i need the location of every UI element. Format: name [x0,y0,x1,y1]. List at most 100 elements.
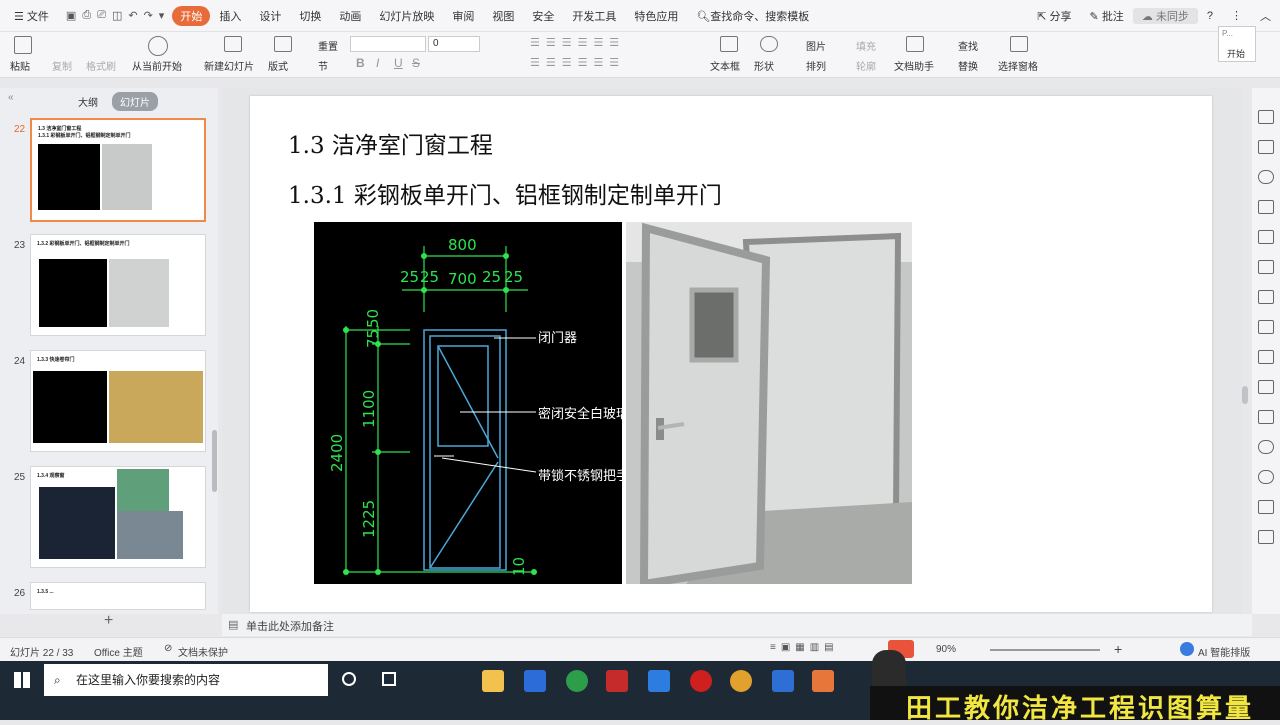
autocad-icon[interactable] [606,670,628,692]
view-modes[interactable]: ≡▣▦▥▤ [770,642,839,653]
tab-start[interactable]: 开始 [172,5,211,26]
slide-thumb-25[interactable]: 1.3.4 观察窗 [30,466,206,568]
theme-name[interactable]: Office 主题 [94,644,143,659]
image-icon[interactable] [1258,410,1274,424]
protect-status[interactable]: 文档未保护 [178,644,228,659]
sync-button[interactable]: ☁ 未同步 [1132,7,1198,24]
cortana-icon[interactable] [342,672,356,686]
align-tools[interactable]: ☰☰☰☰☰☰ [530,56,625,69]
chart-icon[interactable] [1258,260,1274,274]
file-menu[interactable]: ☰ 文件 [0,8,58,24]
print-icon[interactable]: ⎚ [97,9,106,22]
slide-thumb-23[interactable]: 1.3.2 彩钢板单开门、铝框钢制定制单开门 [30,234,206,336]
outline-button[interactable]: 轮廓 [856,58,876,73]
wps-writer-icon[interactable] [648,670,670,692]
tab-slides[interactable]: 幻灯片 [112,92,158,111]
new-slide-icon[interactable] [224,36,242,52]
share-icon[interactable] [1258,350,1274,364]
command-search[interactable]: 🔍︎查找命令、搜索模板 [687,8,818,24]
animation-icon[interactable] [1258,170,1274,184]
add-slide-icon[interactable]: + [104,612,113,630]
font-size-combo[interactable]: 0 [428,36,480,52]
tab-design[interactable]: 设计 [250,8,290,24]
textbox-icon[interactable] [720,36,738,52]
style-icon[interactable] [1258,200,1274,214]
collapse-sidebar-icon[interactable]: « [8,92,14,103]
recorder-icon[interactable] [690,670,712,692]
textbox-button[interactable]: 文本框 [710,58,740,73]
zoom-slider[interactable] [990,649,1100,651]
shape-button[interactable]: 形状 [754,58,774,73]
play-current-button[interactable]: 从当前开始 [132,58,182,73]
save-icon[interactable]: ▣ [66,9,76,22]
backup-icon[interactable] [1258,500,1274,514]
canvas-scrollbar[interactable] [1242,386,1248,404]
slide-title[interactable]: 1.3 洁净室门窗工程 [288,126,493,160]
zoom-level[interactable]: 90% [936,644,956,655]
windows-start-icon[interactable] [14,672,30,688]
edge-icon[interactable] [566,670,588,692]
doc-helper-icon[interactable] [906,36,924,52]
slide-thumb-24[interactable]: 1.3.3 快速卷帘门 [30,350,206,452]
paste-icon[interactable] [14,36,32,54]
bold-button[interactable]: B [356,56,365,70]
export-icon[interactable]: ⎙ [82,9,91,22]
share-button[interactable]: ⇱ 分享 [1028,8,1080,24]
file-explorer-icon[interactable] [482,670,504,692]
shape-icon[interactable] [760,36,778,52]
tab-transition[interactable]: 切换 [290,8,330,24]
help-icon[interactable]: ? [1198,10,1222,22]
layout-icon[interactable] [1258,380,1274,394]
reset-button[interactable]: 重置 [318,38,338,53]
copy-button[interactable]: 复制 [52,58,72,73]
tab-outline[interactable]: 大纲 [70,92,106,111]
crop-icon[interactable] [1258,320,1274,334]
taskbar-search[interactable]: ⌕ 在这里输入你要搜索的内容 [44,664,328,696]
slide-subtitle[interactable]: 1.3.1 彩钢板单开门、铝框钢制定制单开门 [288,176,722,210]
tab-review[interactable]: 审阅 [443,8,483,24]
sidebar-scrollbar[interactable] [212,430,217,492]
doc-helper-button[interactable]: 文档助手 [894,58,934,73]
layout-button[interactable]: 版式 [268,58,288,73]
strike-button[interactable]: S [412,56,420,70]
redo-icon[interactable]: ↷ [144,9,153,22]
zoom-in-icon[interactable]: + [1114,641,1122,657]
tab-security[interactable]: 安全 [523,8,563,24]
select-pane-icon[interactable] [1010,36,1028,52]
more-options-icon[interactable]: ⋮ [1222,9,1251,22]
arrange-button[interactable]: 排列 [806,58,826,73]
task-view-icon[interactable] [382,672,396,686]
fill-button[interactable]: 填充 [856,38,876,53]
door-photo[interactable] [626,222,912,584]
slide-counter[interactable]: 幻灯片 22 / 33 [10,644,73,659]
door-cad-drawing[interactable]: 800 25 25 700 25 25 75 50 1100 2400 1225… [314,222,622,584]
font-name-combo[interactable] [350,36,426,52]
tab-developer[interactable]: 开发工具 [563,8,625,24]
timer-icon[interactable] [1258,470,1274,484]
notes-pane[interactable]: ▤ 单击此处添加备注 [222,614,1252,636]
paste-button[interactable]: 粘贴 [10,58,30,73]
find-button[interactable]: 查找 [958,38,978,53]
wps-icon[interactable] [772,670,794,692]
copy-icon[interactable] [1258,140,1274,154]
layout-icon[interactable] [274,36,292,52]
underline-button[interactable]: U [394,56,403,70]
italic-button[interactable]: I [376,56,379,70]
section-button[interactable]: 节 [318,58,328,73]
tab-insert[interactable]: 插入 [210,8,250,24]
ai-layout-button[interactable]: AI 智能排版 [1198,644,1250,659]
chrome-icon[interactable] [730,670,752,692]
collapse-ribbon-icon[interactable]: ︿ [1251,8,1280,24]
play-icon[interactable] [148,36,168,56]
comment-button[interactable]: ✎ 批注 [1081,8,1133,24]
store-icon[interactable] [524,670,546,692]
template-icon[interactable] [1258,230,1274,244]
mini-popup-start[interactable]: 开始 [1227,47,1245,60]
slide-thumb-26[interactable]: 1.3.5 ... [30,582,206,610]
more-tools-icon[interactable] [1258,530,1274,544]
tab-view[interactable]: 视图 [483,8,523,24]
audio-icon[interactable] [1258,440,1274,454]
slide-thumb-22[interactable]: 1.3 洁净室门窗工程 1.3.1 彩钢板单开门、铝框钢制定制单开门 [30,118,206,222]
tab-slideshow[interactable]: 幻灯片放映 [370,8,443,24]
tab-animation[interactable]: 动画 [330,8,370,24]
